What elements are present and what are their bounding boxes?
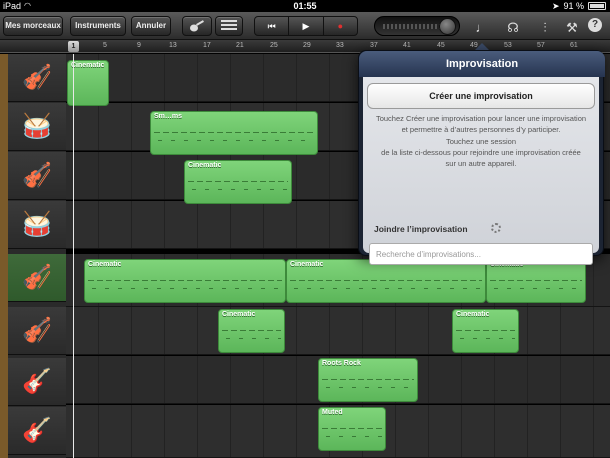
- transport-controls: ⏮ ▶ ●: [254, 16, 358, 36]
- metronome-icon[interactable]: ♩: [474, 20, 490, 36]
- region-name: Cinematic: [71, 62, 105, 69]
- region-notes: [71, 73, 105, 102]
- region-notes: [154, 124, 314, 151]
- track-header-5-selected[interactable]: 🎻: [8, 254, 66, 302]
- bar-number: 37: [370, 42, 378, 49]
- instruments-button[interactable]: Instruments: [70, 16, 126, 36]
- region-cinematic[interactable]: Cinematic: [486, 259, 586, 303]
- create-improvisation-button[interactable]: Créer une improvisation: [367, 83, 595, 109]
- help-icon[interactable]: ?: [588, 18, 602, 32]
- region-cinematic[interactable]: Cinematic: [218, 309, 285, 353]
- region-name: Cinematic: [290, 261, 324, 268]
- toolbar: Mes morceaux Instruments Annuler ⏮ ▶ ● ♩…: [0, 12, 610, 40]
- region-notes: [490, 272, 582, 299]
- region-notes: [456, 322, 515, 349]
- status-bar: iPad ◠ 01:55 ➤ 91 %: [0, 0, 610, 12]
- settings-icon[interactable]: ⚒: [564, 20, 580, 36]
- record-icon: ●: [337, 21, 344, 31]
- region-cinematic[interactable]: Cinematic: [84, 259, 286, 303]
- bar-number: 29: [303, 42, 311, 49]
- region-name: Cinematic: [188, 162, 222, 169]
- violin-icon: 🎻: [22, 264, 52, 291]
- mixer-icon[interactable]: ⫶: [537, 20, 553, 36]
- track-header-7[interactable]: 🎸: [8, 358, 66, 406]
- master-volume-slider[interactable]: [374, 16, 460, 36]
- playhead-line: [73, 54, 74, 458]
- region-notes: [188, 173, 288, 200]
- electric-guitar-icon: 🎸: [22, 368, 52, 395]
- region-notes: [290, 272, 482, 299]
- track-lane[interactable]: [66, 307, 610, 355]
- region-notes: [88, 272, 282, 299]
- battery-icon: [588, 2, 606, 10]
- bar-number: 9: [137, 42, 141, 49]
- region-cinematic[interactable]: Cinematic: [184, 160, 292, 204]
- drum-kit-icon: 🥁: [22, 113, 52, 140]
- level-meter: [383, 24, 441, 29]
- region-notes: [222, 322, 281, 349]
- bar-number: 61: [570, 42, 578, 49]
- violin-icon: 🎻: [22, 317, 52, 344]
- region-muted[interactable]: Muted: [318, 407, 386, 451]
- bar-number: 45: [437, 42, 445, 49]
- tracks-view-button[interactable]: [215, 16, 243, 36]
- rewind-button[interactable]: ⏮: [255, 17, 290, 35]
- bar-number: 41: [403, 42, 411, 49]
- loading-spinner-icon: [491, 223, 501, 233]
- popover-body: Créer une improvisation Touchez Créer un…: [363, 77, 599, 265]
- volume-knob[interactable]: [439, 18, 456, 35]
- track-header-4[interactable]: 🥁: [8, 201, 66, 249]
- bass-guitar-icon: 🎸: [22, 417, 52, 444]
- play-icon: ▶: [302, 20, 310, 31]
- battery-percent: 91 %: [563, 1, 584, 11]
- location-icon: ➤: [551, 1, 560, 11]
- region-drums[interactable]: Sm…ms: [150, 111, 318, 155]
- undo-button[interactable]: Annuler: [131, 16, 171, 36]
- instrument-view-button[interactable]: [182, 16, 212, 36]
- my-songs-button[interactable]: Mes morceaux: [3, 16, 63, 36]
- bar-number: 5: [103, 42, 107, 49]
- improvisation-icon[interactable]: ☊: [505, 20, 521, 36]
- guitar-icon: [190, 20, 204, 32]
- region-cinematic[interactable]: Cinematic: [452, 309, 519, 353]
- popover-description: Touchez Créer une improvisation pour lan…: [375, 114, 587, 169]
- violin-icon: 🎻: [22, 64, 52, 91]
- track-edge: [0, 54, 8, 458]
- region-name: Cinematic: [456, 311, 490, 318]
- bar-number: 33: [336, 42, 344, 49]
- region-name: Muted: [322, 409, 343, 416]
- join-improvisation-label: Joindre l’improvisation: [374, 224, 468, 234]
- status-right: ➤ 91 %: [552, 0, 606, 12]
- region-name: Sm…ms: [154, 113, 183, 120]
- record-button[interactable]: ●: [324, 17, 357, 35]
- region-name: Cinematic: [88, 261, 122, 268]
- track-header-3[interactable]: 🎻: [8, 152, 66, 200]
- rewind-icon: ⏮: [267, 20, 276, 31]
- track-header-1[interactable]: 🎻: [8, 54, 66, 102]
- violin-icon: 🎻: [22, 162, 52, 189]
- region-cinematic[interactable]: Cinematic: [286, 259, 486, 303]
- bar-number: 13: [169, 42, 177, 49]
- tracks-view-icon: [221, 20, 237, 30]
- bar-number: 57: [537, 42, 545, 49]
- region-notes: [322, 371, 414, 398]
- clock: 01:55: [293, 1, 317, 11]
- playhead-handle[interactable]: 1: [68, 41, 79, 52]
- improvisation-search-input[interactable]: [369, 243, 593, 265]
- improvisation-popover: Improvisation Créer une improvisation To…: [358, 50, 605, 265]
- bar-number: 53: [504, 42, 512, 49]
- region-name: Roots Rock: [322, 360, 361, 367]
- bar-number: 21: [236, 42, 244, 49]
- bar-number: 25: [270, 42, 278, 49]
- track-header-8[interactable]: 🎸: [8, 407, 66, 455]
- play-button[interactable]: ▶: [289, 17, 324, 35]
- popover-title: Improvisation: [359, 51, 605, 77]
- region-notes: [322, 420, 382, 447]
- region-name: Cinematic: [222, 311, 256, 318]
- drum-kit-blue-icon: 🥁: [22, 211, 52, 238]
- bar-number: 17: [203, 42, 211, 49]
- track-header-2[interactable]: 🥁: [8, 103, 66, 151]
- track-header-6[interactable]: 🎻: [8, 307, 66, 355]
- region-roots-rock[interactable]: Roots Rock: [318, 358, 418, 402]
